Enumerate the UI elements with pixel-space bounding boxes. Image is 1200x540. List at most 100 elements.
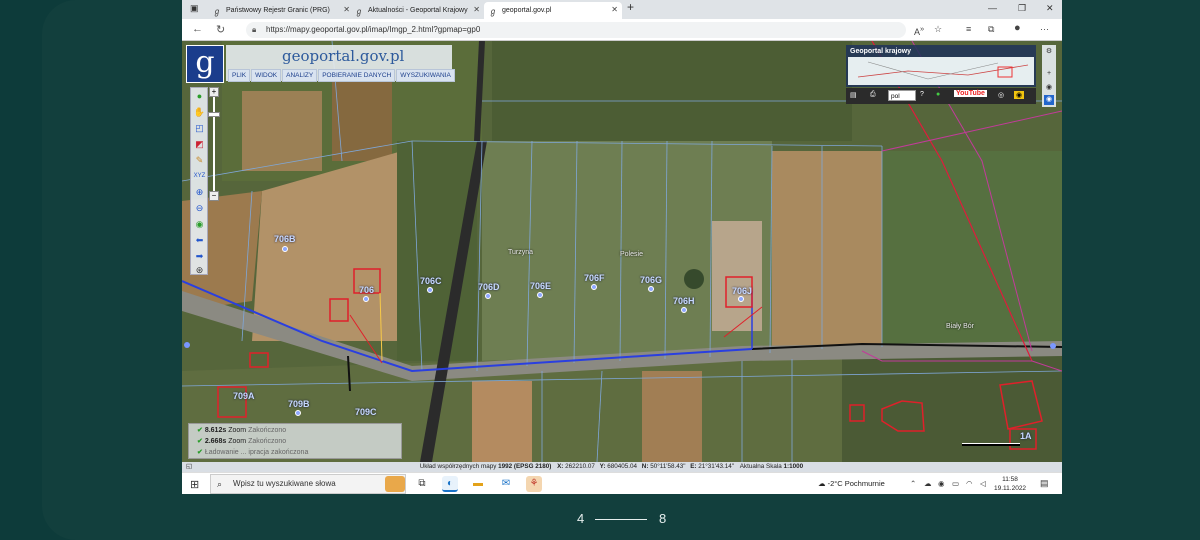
total-pages: 8 (659, 511, 667, 526)
xyz-icon[interactable]: XYZ (193, 170, 206, 182)
url-field[interactable]: 🔒︎ https://mapy.geoportal.gov.pl/imap/Im… (246, 22, 906, 38)
parcel-marker[interactable] (537, 292, 543, 298)
parcel-label[interactable]: 709A (233, 391, 255, 401)
parcel-label[interactable]: 706 (359, 285, 374, 295)
help-icon[interactable]: ? (920, 91, 924, 98)
overview-map[interactable]: Geoportal krajowy (846, 45, 1036, 87)
pan-hand-icon[interactable]: ✋ (193, 106, 206, 118)
eye-icon[interactable]: ◉ (1044, 83, 1054, 93)
close-window-icon[interactable]: ✕ (1046, 3, 1054, 14)
full-extent-icon[interactable]: ⊛ (193, 264, 206, 276)
tab-aktualnosci[interactable]: ℊ Aktualności - Geoportal Krajowy ✕ (350, 2, 484, 19)
parcel-label[interactable]: 706C (420, 276, 442, 286)
favorite-add-icon[interactable]: ☆ (934, 24, 942, 35)
onedrive-icon[interactable]: ☁ (924, 479, 932, 488)
settings-icon[interactable]: ⚙ (1044, 47, 1054, 57)
parcel-marker[interactable] (591, 284, 597, 290)
zoom-out-icon[interactable]: ⊖ (193, 202, 206, 214)
status-icon[interactable]: ● (936, 91, 940, 98)
zoom-minus-button[interactable]: − (209, 191, 219, 201)
battery-icon[interactable]: ▭ (952, 479, 959, 488)
wifi-icon[interactable]: ◠ (966, 479, 973, 488)
overview-map-image[interactable] (848, 57, 1034, 85)
parcel-marker[interactable] (681, 307, 687, 313)
close-icon[interactable]: ✕ (473, 5, 480, 14)
menu-pobieranie[interactable]: POBIERANIE DANYCH (318, 69, 396, 82)
parcel-marker[interactable] (485, 293, 491, 299)
parcel-marker[interactable] (427, 287, 433, 293)
map-view[interactable]: 706B 706 706C 706D 706E 706F 706G 706H 7… (182, 41, 1062, 462)
menu-analizy[interactable]: ANALIZY (282, 69, 318, 82)
camera-icon[interactable]: ◉ (938, 479, 945, 488)
parcel-marker[interactable] (648, 286, 654, 292)
mail-icon[interactable]: ✉ (498, 476, 514, 492)
parcel-marker[interactable] (363, 296, 369, 302)
taskbar-clock[interactable]: 11:58 19.11.2022 (994, 475, 1026, 493)
parcel-label[interactable]: 709C (355, 407, 377, 417)
chevron-up-icon[interactable]: ⌃ (910, 479, 916, 488)
reload-icon[interactable]: ↻ (216, 23, 225, 36)
parcel-label[interactable]: 706E (530, 281, 551, 291)
contrast-eye-icon[interactable]: ◉ (1014, 91, 1025, 99)
menu-widok[interactable]: WIDOK (251, 69, 282, 82)
windows-start-icon[interactable]: ⊞ (190, 478, 199, 491)
collections-icon[interactable]: ⧉ (988, 24, 994, 35)
zoom-plus-button[interactable]: + (209, 87, 219, 97)
parcel-label[interactable]: 706F (584, 273, 605, 283)
select-area-icon[interactable]: ◰ (193, 122, 206, 134)
tab-label: geoportal.gov.pl (502, 7, 552, 14)
parcel-label[interactable]: 706G (640, 275, 662, 285)
parcel-label[interactable]: 706B (274, 234, 296, 244)
parcel-marker[interactable] (738, 296, 744, 302)
menu-plik[interactable]: PLIK (228, 69, 251, 82)
tab-geoportal[interactable]: ℊ geoportal.gov.pl ✕ (484, 2, 622, 19)
close-icon[interactable]: ✕ (343, 5, 350, 14)
more-menu-icon[interactable]: ··· (1040, 24, 1049, 34)
parcel-label[interactable]: 709B (288, 399, 310, 409)
globe-icon[interactable]: ◉ (193, 218, 206, 230)
select-red-icon[interactable]: ◩ (193, 138, 206, 150)
parcel-label[interactable]: 706H (673, 296, 695, 306)
edge-browser-icon[interactable]: ◐ (442, 476, 458, 492)
parcel-marker[interactable] (282, 246, 288, 252)
task-view-icon[interactable]: ⧉ (414, 476, 430, 492)
file-explorer-icon[interactable]: ▬ (470, 476, 486, 492)
taskbar-search-field[interactable]: ⌕ Wpisz tu wyszukiwane słowa (210, 474, 406, 494)
next-view-icon[interactable]: ➡ (193, 250, 206, 262)
accessibility-icon[interactable]: ◎ (998, 91, 1004, 99)
tab-prg[interactable]: ℊ Państwowy Rejestr Granic (PRG) ✕ (208, 2, 354, 19)
weather-widget[interactable]: ☁ -2°C Pochmurnie (818, 479, 885, 488)
collapse-icon[interactable]: ◱ (186, 463, 192, 470)
edit-pencil-icon[interactable]: ✎ (193, 154, 206, 166)
parcel-label[interactable]: 1A (1020, 431, 1032, 441)
menu-wyszukiwania[interactable]: WYSZUKIWANIA (396, 69, 455, 82)
language-select[interactable]: pol (888, 90, 916, 101)
maximize-icon[interactable]: ❐ (1018, 3, 1026, 14)
print-icon[interactable]: ⎙ (870, 91, 876, 99)
favorites-icon[interactable]: ≡ (966, 24, 971, 34)
zoom-slider[interactable]: + − (208, 87, 220, 201)
read-aloud-icon[interactable]: A» (914, 24, 924, 37)
zoom-knob[interactable] (208, 112, 220, 117)
app-icon[interactable]: ⚘ (526, 476, 542, 492)
parcel-marker[interactable] (295, 410, 301, 416)
new-tab-button[interactable]: + (627, 0, 634, 14)
notifications-icon[interactable]: ▤ (1040, 478, 1049, 489)
previous-view-icon[interactable]: ⬅ (193, 234, 206, 246)
zoom-in-icon[interactable]: ⊕ (193, 186, 206, 198)
minimize-icon[interactable]: — (988, 3, 997, 13)
parcel-label[interactable]: 706J (732, 286, 752, 296)
expand-icon[interactable]: + (1044, 69, 1054, 79)
geoportal-logo[interactable]: g (186, 45, 224, 83)
close-icon[interactable]: ✕ (611, 5, 618, 14)
legend-icon[interactable]: ▤ (850, 91, 857, 99)
volume-icon[interactable]: ◁ (980, 479, 986, 488)
window-menu-icon[interactable]: ▣ (190, 3, 199, 14)
info-icon[interactable]: ● (193, 90, 206, 102)
layers-visibility-icon[interactable]: ◉ (1044, 95, 1054, 105)
back-icon[interactable]: ← (192, 23, 203, 35)
profile-avatar[interactable]: ● (1014, 22, 1021, 34)
youtube-link[interactable]: YouTube (954, 90, 987, 97)
parcel-label[interactable]: 706D (478, 282, 500, 292)
y-label: Y: (599, 463, 606, 470)
